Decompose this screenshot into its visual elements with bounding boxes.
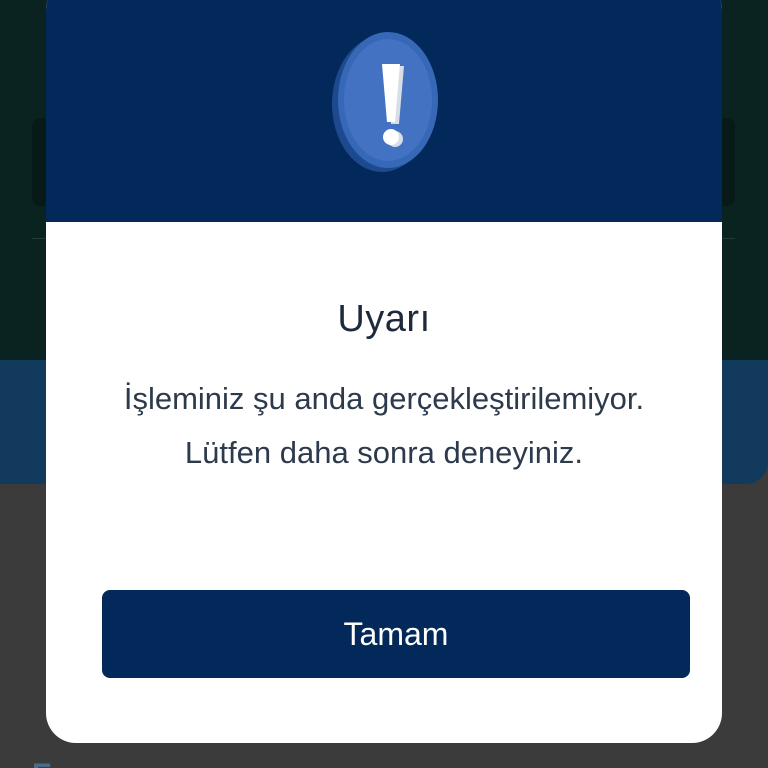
exclamation-alert-icon: [332, 32, 438, 172]
alert-dialog: Uyarı İşleminiz şu anda gerçekleştirilem…: [46, 0, 722, 743]
dialog-title: Uyarı: [337, 298, 431, 340]
background-partial-label: E: [32, 758, 52, 768]
ok-button[interactable]: Tamam: [102, 590, 690, 678]
dialog-message: İşleminiz şu anda gerçekleştirilemiyor. …: [123, 381, 645, 470]
dialog-header: [46, 0, 722, 222]
